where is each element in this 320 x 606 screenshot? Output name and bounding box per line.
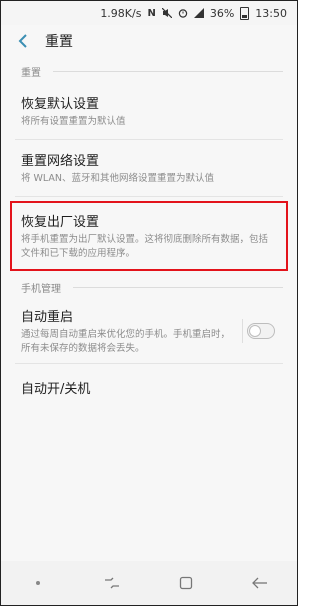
recents-icon[interactable]: [92, 563, 132, 603]
section-header-reset: 重置: [1, 59, 297, 83]
battery-percent: 36%: [209, 6, 235, 20]
clock: 13:50: [255, 6, 287, 20]
settings-list: 重置 恢复默认设置 将所有设置重置为默认值 重置网络设置 将 WLAN、蓝牙和其…: [1, 59, 297, 410]
section-divider: [73, 286, 283, 288]
section-divider: [53, 70, 283, 72]
item-title: 恢复默认设置: [21, 97, 100, 112]
vertical-divider: [242, 319, 243, 343]
page-title: 重置: [45, 34, 73, 50]
network-speed: 1.98K/s: [100, 6, 142, 20]
highlight-box: [10, 201, 288, 271]
navigation-bar: [1, 561, 297, 605]
item-description: 将所有设置重置为默认值: [21, 116, 126, 127]
list-item-restore-defaults[interactable]: 恢复默认设置 将所有设置重置为默认值: [1, 83, 297, 139]
back-arrow-icon[interactable]: [7, 25, 39, 57]
item-title: 自动开/关机: [21, 382, 91, 397]
item-description: 通过每周自动重启来优化您的手机。手机重启时，所有未保存的数据将会丢失。: [21, 329, 231, 354]
nfc-icon: N: [147, 7, 156, 19]
item-title: 重置网络设置: [21, 154, 100, 169]
list-item-factory-reset[interactable]: 恢复出厂设置 将手机重置为出厂默认设置。这将彻底删除所有数据，包括文件和已下载的…: [1, 197, 297, 275]
list-item-auto-power[interactable]: 自动开/关机: [1, 364, 297, 410]
section-header-phone-management: 手机管理: [1, 275, 297, 299]
item-description: 将 WLAN、蓝牙和其他网络设置重置为默认值: [21, 173, 215, 184]
app-bar: 重置: [1, 25, 297, 57]
mute-icon: [161, 8, 172, 18]
status-bar: 1.98K/s N 36% 13:50: [1, 1, 297, 25]
list-item-reset-network[interactable]: 重置网络设置 将 WLAN、蓝牙和其他网络设置重置为默认值: [1, 140, 297, 196]
auto-restart-toggle[interactable]: [247, 323, 275, 339]
dot-icon[interactable]: [18, 563, 58, 603]
section-header-label: 手机管理: [21, 283, 61, 295]
item-text: 自动重启 通过每周自动重启来优化您的手机。手机重启时，所有未保存的数据将会丢失。: [21, 306, 247, 356]
list-item-auto-restart[interactable]: 自动重启 通过每周自动重启来优化您的手机。手机重启时，所有未保存的数据将会丢失。: [1, 299, 297, 363]
signal-icon: [193, 8, 204, 18]
phone-frame: 1.98K/s N 36% 13:50 重置 重置 恢复默认设置 将所有设置重置…: [0, 0, 298, 606]
battery-icon: [240, 6, 250, 20]
alarm-icon: [178, 8, 188, 18]
home-icon[interactable]: [166, 563, 206, 603]
item-title: 自动重启: [21, 310, 74, 325]
section-header-label: 重置: [21, 67, 41, 79]
back-nav-icon[interactable]: [240, 563, 280, 603]
